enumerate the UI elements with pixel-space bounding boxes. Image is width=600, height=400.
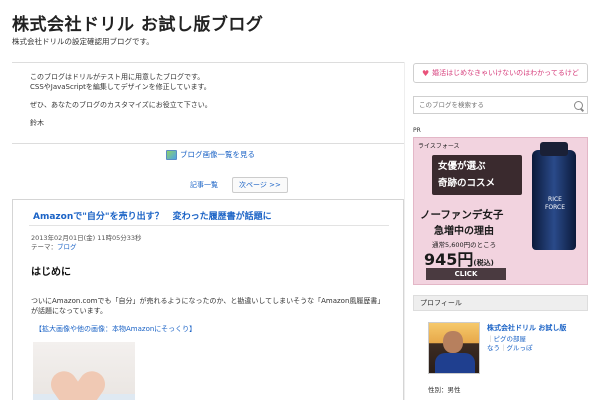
pr-label: PR: [413, 127, 421, 134]
ad-price-tax: (税込): [473, 259, 494, 267]
profile-name[interactable]: 株式会社ドリル お試し版: [487, 323, 566, 333]
avatar-body: [435, 353, 475, 373]
ad-catch-line: 女優が選ぶ: [438, 161, 486, 172]
site-title[interactable]: 株式会社ドリル お試し版ブログ: [12, 10, 263, 35]
enlarge-image-link[interactable]: 【拡大画像や他の画像：本物Amazonにそっくり】: [35, 324, 196, 334]
image-gallery-icon: [166, 149, 177, 160]
theme-link[interactable]: ブログ: [57, 243, 77, 251]
profile-gender: 性別：男性: [428, 386, 461, 394]
article-heading: はじめに: [31, 267, 71, 278]
intro-signature: 鈴木: [30, 119, 44, 127]
ad-bottle-label: RICE FORCE: [544, 196, 566, 211]
ad-catch-line: 奇跡のコスメ: [438, 178, 496, 189]
avatar-face: [443, 331, 463, 353]
pigg-room-link[interactable]: ピグの部屋: [494, 335, 527, 343]
body-line: ついにAmazon.comでも「自分」が売れるようになったのか、と勘違いしてしま…: [31, 297, 385, 305]
theme-prefix: テーマ：: [31, 243, 57, 251]
body-line: が話題になっています。: [31, 307, 107, 315]
ad-click-button[interactable]: CLICK: [426, 268, 506, 280]
blog-intro: このブログはドリルがテスト用に用意したブログです。 CSSやJavaScript…: [12, 62, 404, 144]
image-list-link[interactable]: ブログ画像一覧を見る: [166, 149, 255, 160]
heart-icon: ♥: [422, 68, 430, 78]
article-theme: テーマ：ブログ: [31, 241, 77, 251]
ad-bottle-cap: [540, 142, 568, 156]
search-icon[interactable]: [574, 100, 583, 110]
notice-label[interactable]: 婚活はじめなきゃいけないのはわかってるけど: [432, 68, 579, 78]
ad-headline: 急増中の理由: [434, 226, 494, 237]
advertisement-banner[interactable]: ライスフォース 女優が選ぶ 奇跡のコスメ RICE FORCE ノーファンデ女子…: [413, 137, 588, 285]
article-photo[interactable]: [33, 342, 135, 400]
image-list-label[interactable]: ブログ画像一覧を見る: [180, 149, 255, 160]
article-card: Amazonで"自分"を売り出す？ 変わった履歴書が話題に 2013年02月01…: [12, 199, 404, 400]
article-list-link[interactable]: 記事一覧: [190, 180, 218, 190]
profile-avatar[interactable]: [428, 322, 480, 374]
article-body: ついにAmazon.comでも「自分」が売れるようになったのか、と勘違いしてしま…: [31, 296, 391, 316]
article-title[interactable]: Amazonで"自分"を売り出す？ 変わった履歴書が話題に: [33, 209, 272, 222]
intro-line: ぜひ、あなたのブログのカスタマイズにお役立て下さい。: [30, 101, 212, 109]
pager: 記事一覧 次ページ >>: [190, 177, 288, 193]
ad-brand: ライスフォース: [418, 143, 460, 150]
group-link[interactable]: グルっぽ: [507, 344, 533, 352]
search-input[interactable]: [414, 97, 572, 113]
intro-line: CSSやJavaScriptを編集してデザインを修正しています。: [30, 83, 211, 91]
intro-line: このブログはドリルがテスト用に用意したブログです。: [30, 73, 205, 81]
article-divider: [29, 225, 389, 226]
ad-price-value: 945円: [424, 250, 474, 269]
next-page-button[interactable]: 次ページ >>: [232, 177, 288, 193]
profile-links: ｜ピグの部屋 なう｜グルっぽ: [487, 335, 533, 352]
sidebar-notice[interactable]: ♥ 婚活はじめなきゃいけないのはわかってるけど: [413, 63, 588, 83]
now-link[interactable]: なう: [487, 344, 500, 352]
ad-headline: ノーファンデ女子: [420, 209, 504, 221]
ad-catchphrase: 女優が選ぶ 奇跡のコスメ: [432, 155, 522, 195]
blog-search: [413, 96, 588, 114]
site-description: 株式会社ドリルの設定確認用ブログです。: [12, 37, 154, 46]
ad-price: 945円(税込): [424, 246, 494, 270]
profile-heading: プロフィール: [413, 295, 588, 311]
column-divider: [404, 62, 405, 400]
